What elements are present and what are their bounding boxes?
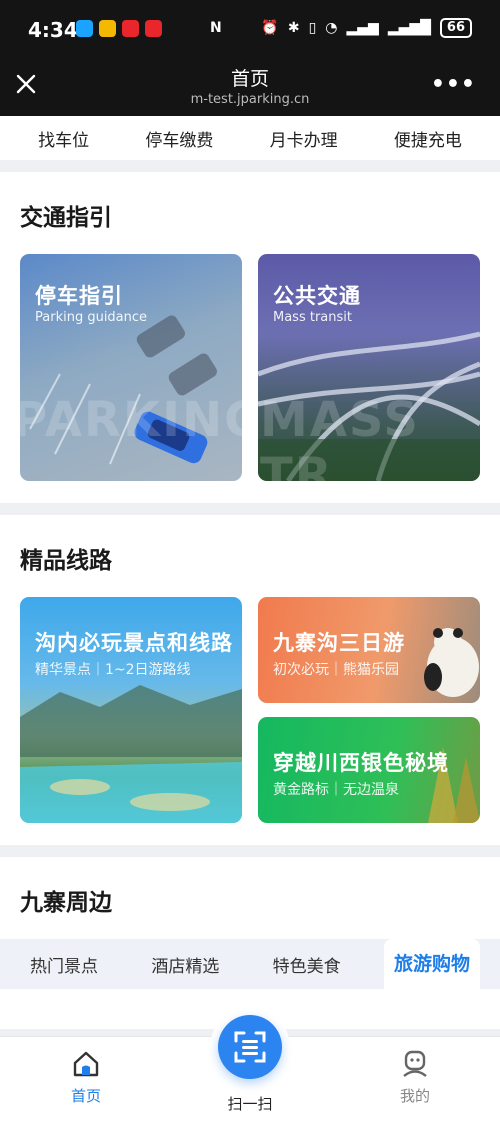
wifi-icon: ◔ (325, 20, 338, 36)
transit-watermark: MASS TR (260, 392, 420, 481)
route-card-highlights[interactable]: 沟内必玩景点和线路 精华景点｜1~2日游路线 (20, 597, 242, 823)
mass-transit-title: 公共交通 (273, 284, 361, 308)
tab-food[interactable]: 特色美食 (263, 952, 351, 977)
parking-watermark: PARKING (20, 392, 242, 448)
scan-button[interactable] (218, 1015, 282, 1079)
scan-icon (234, 1031, 266, 1063)
status-time: 4:34 (28, 18, 78, 42)
parking-guidance-title: 停车指引 (35, 284, 123, 308)
route-silver-subtitle: 黄金路标｜无边温泉 (273, 782, 399, 798)
page-url: m-test.jparking.cn (190, 92, 310, 107)
tab-hot-attractions[interactable]: 热门景点 (20, 952, 108, 977)
signal-icon: ▂▄▆ (346, 20, 379, 36)
traffic-section: 交通指引 PARKING 停车指引 Parking guidance (0, 172, 500, 503)
quick-nav-monthly-card[interactable]: 月卡办理 (270, 126, 338, 151)
tab-shopping[interactable]: 旅游购物 (383, 939, 480, 989)
mass-transit-subtitle: Mass transit (273, 310, 352, 325)
mass-transit-card[interactable]: MASS TR 公共交通 Mass transit (258, 254, 480, 481)
status-bar: 4:34 N ⏰ ✱ ▯ ◔ ▂▄▆ ▂▄▆█ 66 (0, 0, 500, 58)
section-title-traffic: 交通指引 (20, 198, 112, 236)
bluetooth-icon: ✱ (287, 20, 300, 36)
nearby-tabs: 热门景点 酒店精选 特色美食 旅游购物 (0, 939, 500, 989)
nav-me[interactable]: 我的 (375, 1049, 455, 1106)
route-silver-title: 穿越川西银色秘境 (273, 751, 449, 775)
signal-icon-2: ▂▄▆█ (387, 20, 431, 36)
section-title-routes: 精品线路 (20, 541, 112, 579)
battery-icon: 66 (439, 18, 472, 38)
message-app-icon (76, 20, 93, 37)
nav-home[interactable]: 首页 (46, 1049, 126, 1106)
parking-guidance-card[interactable]: PARKING 停车指引 Parking guidance (20, 254, 242, 481)
scan-button-wrap (210, 1007, 290, 1087)
notification-icons (76, 20, 162, 37)
nav-home-label: 首页 (70, 1087, 101, 1105)
route-highlights-title: 沟内必玩景点和线路 (35, 631, 233, 655)
route-highlights-subtitle: 精华景点｜1~2日游路线 (35, 662, 191, 678)
shop-app-icon (122, 20, 139, 37)
shop-app-icon-2 (145, 20, 162, 37)
nfc-icon: N (210, 20, 222, 36)
profile-icon (403, 1050, 427, 1077)
quick-nav-find-parking[interactable]: 找车位 (38, 126, 89, 151)
vibrate-icon: ▯ (308, 20, 317, 36)
parking-guidance-subtitle: Parking guidance (35, 310, 148, 325)
quick-nav-charging[interactable]: 便捷充电 (394, 126, 462, 151)
nearby-section: 九寨周边 热门景点 酒店精选 特色美食 旅游购物 (0, 857, 500, 1029)
quick-nav: 找车位 停车缴费 月卡办理 便捷充电 (0, 116, 500, 160)
main-content[interactable]: 找车位 停车缴费 月卡办理 便捷充电 交通指引 PARKING 停车指引 Par… (0, 116, 500, 1036)
more-options-icon[interactable]: ••• (431, 72, 476, 97)
title-bar: 首页 m-test.jparking.cn ••• (0, 58, 500, 116)
scan-label[interactable]: 扫一扫 (210, 1093, 290, 1114)
bottom-nav: 首页 扫一扫 我的 (0, 1007, 500, 1130)
route-card-silver-realm[interactable]: 穿越川西银色秘境 黄金路标｜无边温泉 (258, 717, 480, 823)
routes-section: 精品线路 沟内必玩景点和线路 精华景点｜1~2日游路线 九寨沟三日游 初次必玩｜… (0, 515, 500, 845)
nav-me-label: 我的 (399, 1087, 430, 1105)
system-icons: ⏰ ✱ ▯ ◔ ▂▄▆ ▂▄▆█ 66 (261, 18, 472, 38)
quick-nav-pay-parking[interactable]: 停车缴费 (145, 126, 213, 151)
page-title: 首页 (230, 68, 269, 90)
tab-hotels[interactable]: 酒店精选 (141, 952, 229, 977)
home-icon (73, 1051, 99, 1077)
route-card-three-day[interactable]: 九寨沟三日游 初次必玩｜熊猫乐园 (258, 597, 480, 703)
route-three-day-subtitle: 初次必玩｜熊猫乐园 (273, 662, 399, 678)
alarm-icon: ⏰ (261, 20, 279, 36)
route-three-day-title: 九寨沟三日游 (273, 631, 405, 655)
chat-app-icon (99, 20, 116, 37)
section-title-nearby: 九寨周边 (20, 883, 112, 921)
